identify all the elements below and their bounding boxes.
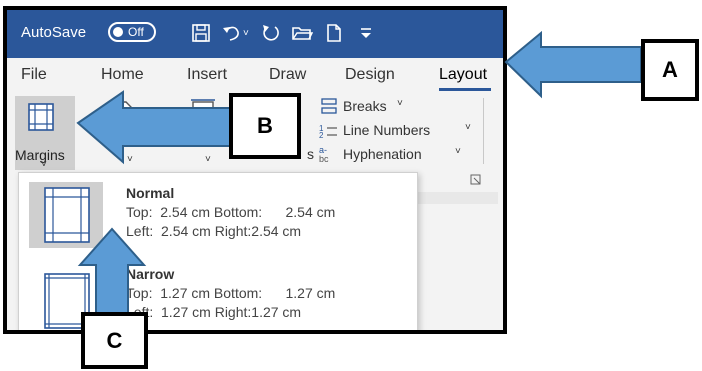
arrow-b xyxy=(76,90,231,165)
callout-c: C xyxy=(81,312,148,369)
arrow-a xyxy=(504,30,642,99)
callout-b: B xyxy=(229,93,301,159)
callout-a: A xyxy=(641,39,699,101)
